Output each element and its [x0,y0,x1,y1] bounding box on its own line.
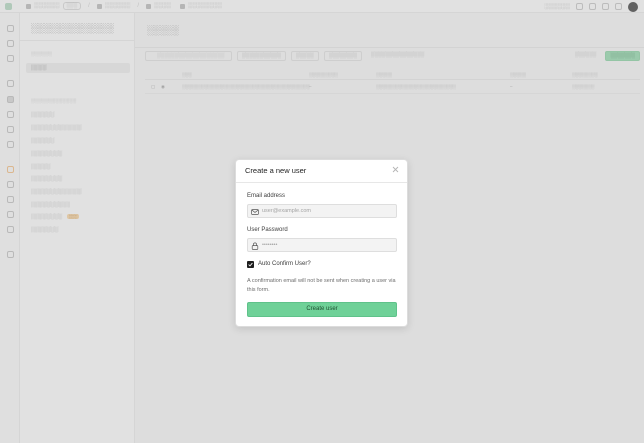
modal-title: Create a new user [245,166,307,175]
lock-icon [251,242,259,250]
email-placeholder: user@example.com [262,208,311,214]
password-label: User Password [247,227,288,233]
auto-confirm-checkbox[interactable] [247,261,254,268]
modal-header: Create a new user [236,160,407,183]
create-user-modal: Create a new user Email address user@exa… [235,159,408,327]
password-placeholder: •••••••• [262,242,278,248]
close-icon[interactable] [391,166,400,175]
create-user-button[interactable]: Create user [247,302,397,317]
auto-confirm-label[interactable]: Auto Confirm User? [258,261,311,268]
mail-icon [251,209,259,215]
email-field[interactable]: user@example.com [247,204,397,218]
email-label: Email address [247,193,286,199]
password-field[interactable]: •••••••• [247,238,397,252]
confirmation-note: A confirmation email will not be sent wh… [247,278,396,293]
check-icon [248,262,253,267]
